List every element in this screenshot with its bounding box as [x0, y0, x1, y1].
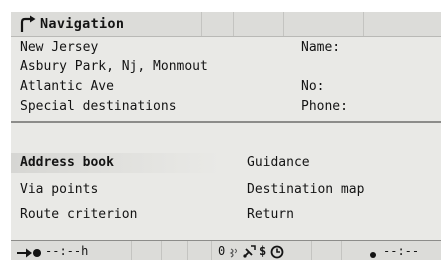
signal-count: 0 — [218, 244, 226, 258]
return-label: Return — [247, 207, 294, 222]
address-city: Asbury Park, Nj, Monmout — [20, 59, 208, 74]
dollar-icon: $ — [259, 244, 267, 258]
section-divider — [11, 121, 441, 123]
status-bar: --:--h 0 $ --:-- — [11, 240, 441, 260]
house-number-label: No: — [301, 79, 325, 94]
phone-field-label: Phone: — [301, 99, 348, 114]
clock-time: --:-- — [383, 244, 420, 258]
arrow-to-destination-icon — [17, 248, 41, 258]
via-points-label: Via points — [20, 182, 99, 197]
destination-map-label: Destination map — [247, 182, 365, 197]
title-bar: Navigation — [11, 12, 441, 37]
special-destinations-link[interactable]: Special destinations — [20, 98, 177, 115]
turn-right-arrow-icon — [20, 15, 36, 32]
navigation-screen: Navigation New Jersey Name: Asbury Park,… — [11, 12, 441, 260]
return-menu-item[interactable]: Return — [247, 205, 294, 225]
address-book-menu-item[interactable]: Address book — [11, 153, 220, 173]
route-criterion-menu-item[interactable]: Route criterion — [20, 205, 137, 225]
page-title: Navigation — [40, 16, 125, 32]
destination-map-menu-item[interactable]: Destination map — [247, 180, 364, 200]
address-book-label: Address book — [20, 155, 114, 170]
address-state: New Jersey — [20, 40, 99, 55]
guidance-menu-item[interactable]: Guidance — [247, 153, 310, 173]
signal-icon — [229, 248, 237, 258]
dot-icon — [370, 252, 376, 258]
guidance-label: Guidance — [247, 155, 310, 170]
arrival-time: --:--h — [45, 244, 89, 258]
clock-icon — [270, 245, 284, 259]
name-field-label: Name: — [301, 40, 341, 55]
via-points-menu-item[interactable]: Via points — [20, 180, 98, 200]
route-criterion-label: Route criterion — [20, 207, 138, 222]
gps-satellite-icon — [243, 245, 256, 258]
address-street: Atlantic Ave — [20, 79, 114, 94]
